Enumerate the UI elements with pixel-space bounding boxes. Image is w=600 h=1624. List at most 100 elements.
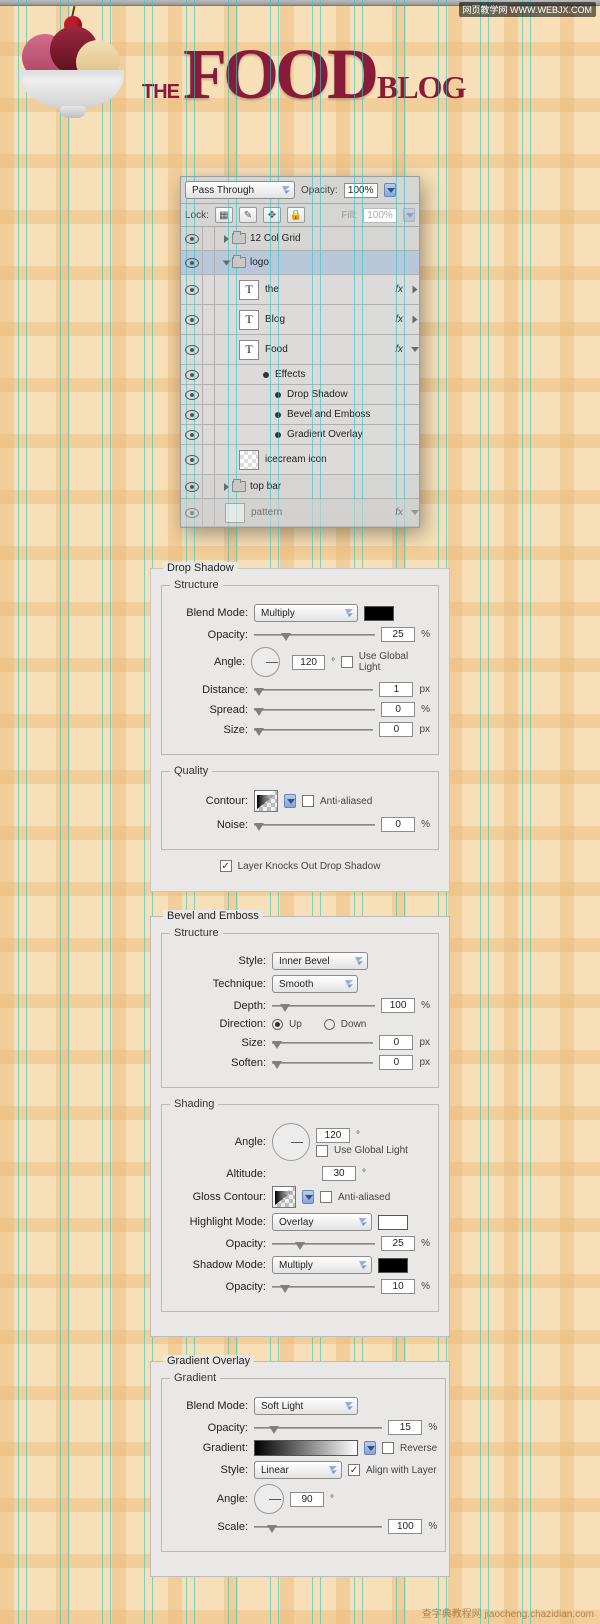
soften-slider[interactable] [272,1056,373,1070]
gradient-dropdown[interactable] [364,1441,376,1455]
shadow-color-swatch[interactable] [378,1258,408,1273]
size-input[interactable]: 0 [379,722,413,737]
fx-badge[interactable]: fx [395,284,407,295]
technique-select[interactable]: Smooth [272,975,358,993]
lock-pixels-icon[interactable]: ✎ [239,207,257,223]
shadow-color-swatch[interactable] [364,606,394,621]
visibility-icon[interactable] [185,345,199,355]
logo-food: FOOD [183,46,375,104]
reverse-checkbox[interactable] [382,1442,394,1454]
altitude-input[interactable]: 30 [322,1166,356,1181]
noise-input[interactable]: 0 [381,817,415,832]
contour-picker[interactable] [254,790,278,812]
highlight-opacity-input[interactable]: 25 [381,1236,415,1251]
contour-dropdown[interactable] [284,794,296,808]
layer-row-pattern[interactable]: pattern fx [181,499,419,527]
opacity-value[interactable]: 100% [344,183,378,198]
visibility-icon[interactable] [185,410,199,420]
opacity-stepper[interactable] [384,183,396,197]
layer-row-topbar[interactable]: top bar [181,475,419,499]
gloss-contour-picker[interactable] [272,1186,296,1208]
grad-opacity-input[interactable]: 15 [388,1420,422,1435]
opacity-input[interactable]: 25 [381,627,415,642]
spread-input[interactable]: 0 [381,702,415,717]
bevel-size-input[interactable]: 0 [379,1035,413,1050]
direction-down-radio[interactable] [324,1019,335,1030]
structure-legend: Structure [170,927,223,939]
layer-row-effects[interactable]: Effects [181,365,419,385]
bevel-size-slider[interactable] [272,1036,373,1050]
spread-slider[interactable] [254,703,375,717]
shadow-opacity-slider[interactable] [272,1280,375,1294]
blend-mode-select[interactable]: Multiply [254,604,358,622]
layers-panel: Pass Through Opacity: 100% Lock: ▦ ✎ ✥ 🔒… [180,176,420,528]
align-checkbox[interactable]: ✓ [348,1464,360,1476]
watermark-top: 网页教学网 WWW.WEBJX.COM [459,2,597,17]
scale-input[interactable]: 100 [388,1519,422,1534]
visibility-icon[interactable] [185,430,199,440]
gradient-picker[interactable] [254,1440,358,1456]
layer-row-blog[interactable]: T Blog fx [181,305,419,335]
layer-row-the[interactable]: T the fx [181,275,419,305]
depth-slider[interactable] [272,999,375,1013]
layer-row-effect-gradient[interactable]: Gradient Overlay [181,425,419,445]
angle-wheel[interactable] [251,647,280,677]
shadow-opacity-input[interactable]: 10 [381,1279,415,1294]
noise-slider[interactable] [254,818,375,832]
distance-slider[interactable] [254,683,373,697]
soften-input[interactable]: 0 [379,1055,413,1070]
visibility-icon[interactable] [185,258,199,268]
layer-row-icecream[interactable]: icecream icon [181,445,419,475]
visibility-icon[interactable] [185,482,199,492]
visibility-icon[interactable] [185,315,199,325]
bevel-antialias-checkbox[interactable] [320,1191,332,1203]
highlight-color-swatch[interactable] [378,1215,408,1230]
depth-input[interactable]: 100 [381,998,415,1013]
shadow-mode-select[interactable]: Multiply [272,1256,372,1274]
bevel-global-light-checkbox[interactable] [316,1145,328,1157]
global-light-checkbox[interactable] [341,656,353,668]
size-slider[interactable] [254,723,373,737]
visibility-icon[interactable] [185,285,199,295]
lock-position-icon[interactable]: ✥ [263,207,281,223]
shading-angle-wheel[interactable] [272,1123,310,1161]
lock-all-icon[interactable]: 🔒 [287,207,305,223]
gloss-dropdown[interactable] [302,1190,314,1204]
layer-row-food[interactable]: T Food fx [181,335,419,365]
gradient-legend: Gradient [170,1372,220,1384]
highlight-opacity-slider[interactable] [272,1237,375,1251]
layer-row-logo[interactable]: logo [181,251,419,275]
layer-row-effect-bevel[interactable]: Bevel and Emboss [181,405,419,425]
layer-row-grid[interactable]: 12 Col Grid [181,227,419,251]
antialias-checkbox[interactable] [302,795,314,807]
visibility-icon[interactable] [185,370,199,380]
visibility-icon[interactable] [185,455,199,465]
visibility-icon[interactable] [185,234,199,244]
style-select[interactable]: Inner Bevel [272,952,368,970]
fx-badge[interactable]: fx [395,314,407,325]
distance-input[interactable]: 1 [379,682,413,697]
grad-style-select[interactable]: Linear [254,1461,342,1479]
visibility-icon[interactable] [185,508,199,518]
knockout-checkbox[interactable]: ✓ [220,860,232,872]
highlight-mode-select[interactable]: Overlay [272,1213,372,1231]
grad-opacity-slider[interactable] [254,1421,382,1435]
blend-mode-select[interactable]: Pass Through [185,181,295,199]
grad-angle-wheel[interactable] [254,1484,284,1514]
angle-input[interactable]: 120 [292,655,325,670]
shading-legend: Shading [170,1098,218,1110]
visibility-icon[interactable] [185,390,199,400]
direction-up-radio[interactable] [272,1019,283,1030]
opacity-slider[interactable] [254,628,375,642]
scale-slider[interactable] [254,1520,382,1534]
panel-title: Bevel and Emboss [163,910,263,922]
grad-angle-input[interactable]: 90 [290,1492,324,1507]
grad-blend-select[interactable]: Soft Light [254,1397,358,1415]
fill-stepper [403,208,415,222]
lock-transparency-icon[interactable]: ▦ [215,207,233,223]
fill-value: 100% [363,208,397,223]
logo-block: THE FOOD BLOG [0,6,600,156]
layer-row-effect-dropshadow[interactable]: Drop Shadow [181,385,419,405]
fx-badge[interactable]: fx [395,344,407,355]
shading-angle-input[interactable]: 120 [316,1128,350,1143]
